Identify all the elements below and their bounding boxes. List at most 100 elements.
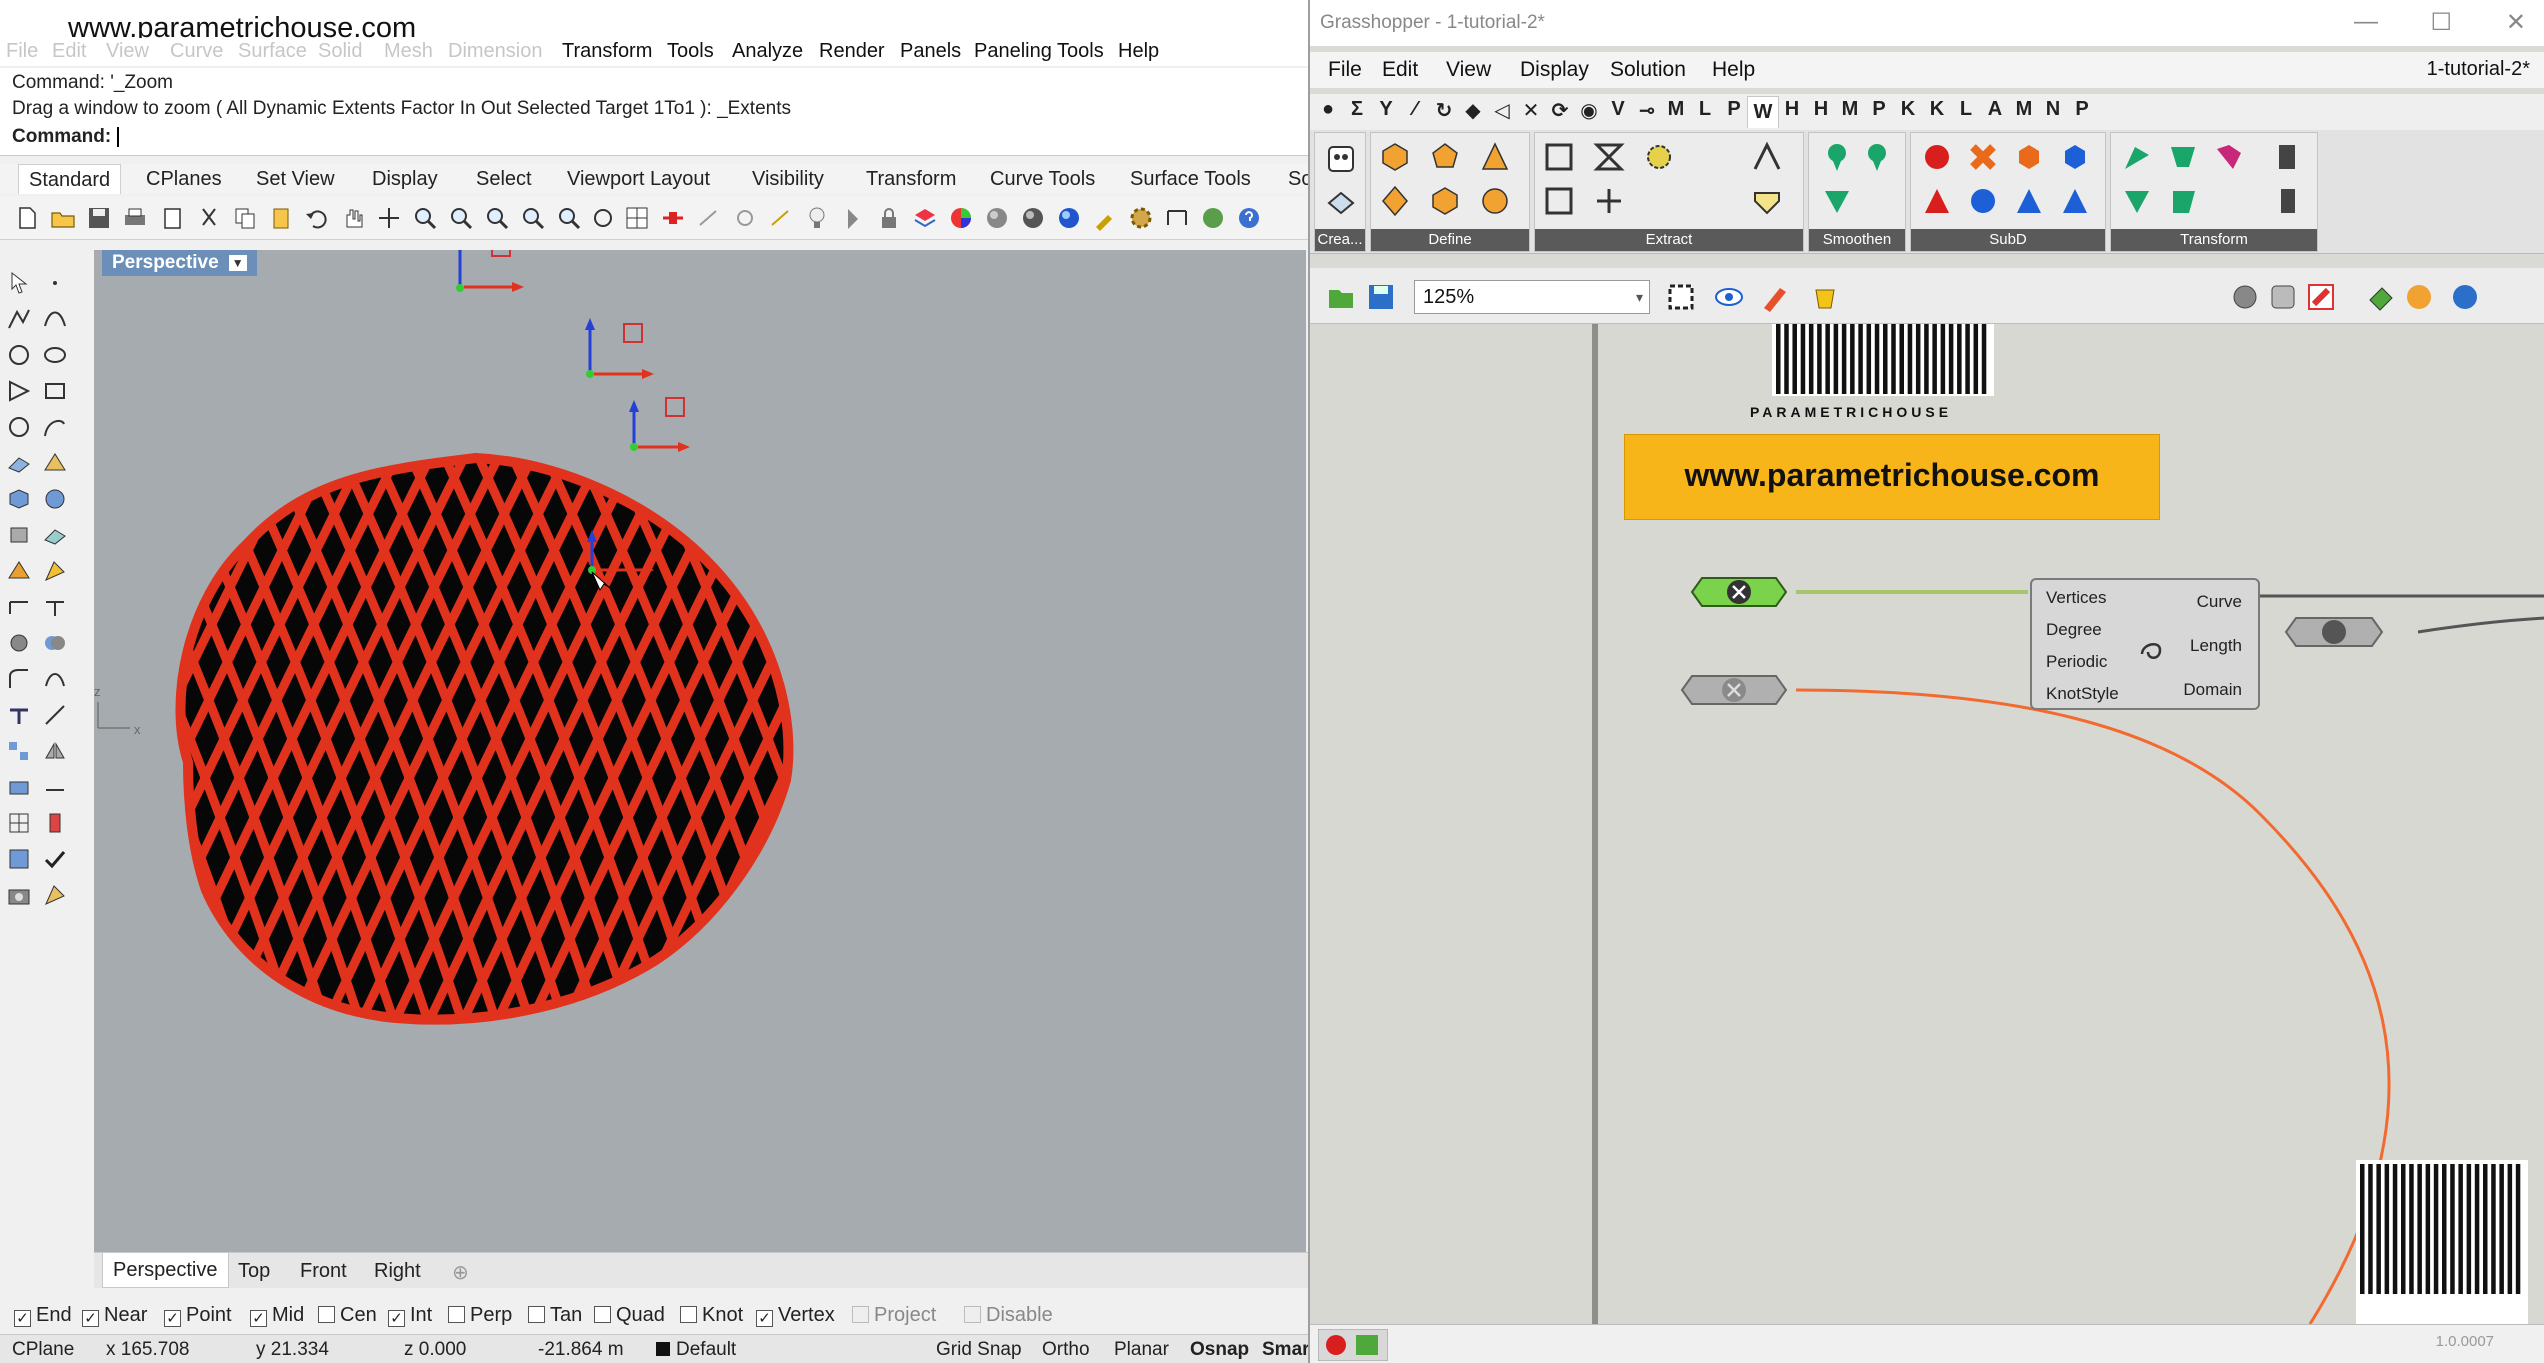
zoom-window-icon[interactable]: [448, 205, 474, 231]
gh-category-tab[interactable]: H: [1776, 98, 1808, 121]
gh-category-tab[interactable]: P: [1863, 98, 1895, 121]
osnap-checkbox[interactable]: [528, 1306, 545, 1323]
curve-icon[interactable]: [42, 306, 68, 332]
explode-icon[interactable]: [1593, 185, 1625, 217]
split-icon[interactable]: [42, 702, 68, 728]
light-bulb-icon[interactable]: [804, 205, 830, 231]
globe-icon[interactable]: [1200, 205, 1226, 231]
save-icon[interactable]: [86, 205, 112, 231]
flag-transform-icon[interactable]: [2121, 141, 2153, 173]
cplane-icon[interactable]: [660, 205, 686, 231]
tab-front[interactable]: Front: [290, 1260, 357, 1283]
maximize-icon[interactable]: ☐: [2430, 8, 2452, 37]
freeform-icon[interactable]: [42, 414, 68, 440]
mesh-icon[interactable]: [42, 522, 68, 548]
rectangle-icon[interactable]: [42, 378, 68, 404]
zoom-selected-icon[interactable]: [556, 205, 582, 231]
array-icon[interactable]: [6, 738, 32, 764]
select-all-icon[interactable]: [732, 205, 758, 231]
osnap-mid[interactable]: ✓ Mid: [250, 1304, 304, 1327]
osnap-checkbox[interactable]: ✓: [250, 1310, 267, 1327]
gh-category-tab[interactable]: H: [1805, 98, 1837, 121]
analyze-icon[interactable]: [6, 846, 32, 872]
paste-icon[interactable]: [268, 205, 294, 231]
frame-icon[interactable]: [1751, 141, 1783, 173]
osnap-checkbox[interactable]: ✓: [82, 1310, 99, 1327]
status-osnap[interactable]: Osnap: [1190, 1339, 1249, 1361]
color-wheel-icon[interactable]: [948, 205, 974, 231]
pan-hand-icon[interactable]: [340, 205, 366, 231]
shaded-sphere-icon[interactable]: [984, 205, 1010, 231]
osnap-int[interactable]: ✓ Int: [388, 1304, 432, 1327]
dimension-icon[interactable]: [1164, 205, 1190, 231]
gh-category-tab[interactable]: N: [2037, 98, 2069, 121]
osnap-checkbox[interactable]: ✓: [756, 1310, 773, 1327]
cap-icon[interactable]: [6, 774, 32, 800]
osnap-checkbox[interactable]: [318, 1306, 335, 1323]
subd-sphere-blue-icon[interactable]: [1967, 185, 1999, 217]
output-domain[interactable]: Domain: [2183, 680, 2242, 700]
minimize-icon[interactable]: —: [2354, 8, 2378, 36]
relax-icon[interactable]: [1821, 185, 1853, 217]
osnap-checkbox[interactable]: [680, 1306, 697, 1323]
preview-mode-wire-icon[interactable]: [2230, 282, 2260, 312]
output-length[interactable]: Length: [2190, 636, 2242, 656]
menu-view[interactable]: View: [106, 40, 149, 63]
mesh-preview-icon[interactable]: [2450, 282, 2480, 312]
command-prompt[interactable]: Command:: [12, 126, 120, 148]
gh-category-tab[interactable]: ⟳: [1544, 98, 1576, 123]
gh-category-tab[interactable]: ◉: [1573, 98, 1605, 123]
tab-surface-tools[interactable]: Surface Tools: [1130, 168, 1251, 191]
bake-icon[interactable]: [2366, 282, 2396, 312]
gh-category-tab[interactable]: ⁄: [1399, 98, 1431, 121]
subd-sphere-icon[interactable]: [1921, 141, 1953, 173]
status-grid-snap[interactable]: Grid Snap: [936, 1339, 1022, 1361]
grey-param-component[interactable]: [1680, 675, 1788, 705]
extract-check-icon[interactable]: [1751, 185, 1783, 217]
osnap-checkbox[interactable]: ✓: [14, 1310, 31, 1327]
gh-category-tab[interactable]: M: [2008, 98, 2040, 121]
bend-icon[interactable]: [2167, 141, 2199, 173]
mesh-edges-icon[interactable]: [1543, 141, 1575, 173]
gh-category-tab[interactable]: ✕: [1515, 98, 1547, 123]
subd-triangle-red-icon[interactable]: [1921, 185, 1953, 217]
gh-category-tab[interactable]: P: [1718, 98, 1750, 121]
cut-icon[interactable]: [196, 205, 222, 231]
gumball-top[interactable]: [455, 250, 524, 292]
menu-mesh[interactable]: Mesh: [384, 40, 433, 63]
polygon-icon[interactable]: [6, 378, 32, 404]
create-mesh-icon[interactable]: [1325, 187, 1357, 219]
point-icon[interactable]: [42, 270, 68, 296]
material-sphere-icon[interactable]: [1056, 205, 1082, 231]
octahedron-icon[interactable]: [1379, 185, 1411, 217]
gh-category-tab[interactable]: L: [1689, 98, 1721, 121]
status-cplane[interactable]: CPlane: [12, 1339, 74, 1361]
gh-menu-view[interactable]: View: [1446, 58, 1491, 82]
camera-icon[interactable]: [6, 882, 32, 908]
input-knotstyle[interactable]: KnotStyle: [2046, 684, 2119, 704]
create-icon[interactable]: [1325, 143, 1357, 175]
show-hide-icon[interactable]: [840, 205, 866, 231]
dodecahedron-icon[interactable]: [1429, 141, 1461, 173]
menu-render[interactable]: Render: [819, 40, 885, 63]
osnap-tan[interactable]: Tan: [528, 1304, 582, 1327]
fillet-icon[interactable]: [6, 666, 32, 692]
orient-icon[interactable]: [2271, 185, 2303, 217]
new-file-icon[interactable]: [14, 205, 40, 231]
status-ortho[interactable]: Ortho: [1042, 1339, 1090, 1361]
gh-category-tab[interactable]: A: [1979, 98, 2011, 121]
menu-transform[interactable]: Transform: [562, 40, 652, 63]
gh-category-tab[interactable]: V: [1602, 98, 1634, 121]
gh-menu-solution[interactable]: Solution: [1610, 58, 1686, 82]
subd-triangle-blue-alt-icon[interactable]: [2059, 185, 2091, 217]
interpolate-curve-component[interactable]: Vertices Degree Periodic KnotStyle Curve…: [2030, 578, 2260, 710]
lock-icon[interactable]: [876, 205, 902, 231]
sphere-solid-icon[interactable]: [42, 486, 68, 512]
gh-category-tab[interactable]: Y: [1370, 98, 1402, 121]
status-layer[interactable]: Default: [656, 1339, 736, 1361]
orange-wire[interactable]: [1795, 688, 2391, 1324]
measure-icon[interactable]: [42, 774, 68, 800]
gh-category-tab[interactable]: ◁: [1486, 98, 1518, 123]
loft-icon[interactable]: [42, 450, 68, 476]
subd-blue-box-icon[interactable]: [2059, 141, 2091, 173]
